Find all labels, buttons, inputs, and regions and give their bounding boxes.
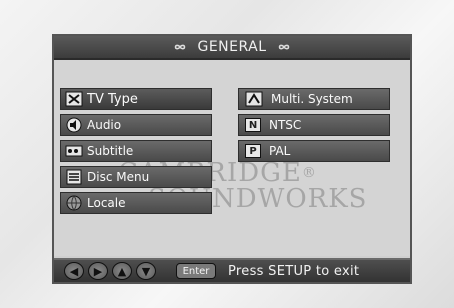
pal-badge-icon: P [245, 144, 261, 158]
menu-list-icon [65, 169, 83, 185]
option-ntsc[interactable]: N NTSC [238, 114, 390, 136]
speaker-icon [65, 117, 83, 133]
option-pal[interactable]: P PAL [238, 140, 390, 162]
menu-item-locale[interactable]: Locale [60, 192, 212, 214]
menu-item-label: Locale [87, 196, 126, 210]
multi-system-icon [245, 91, 263, 107]
footer-bar: ◀ ▶ ▲ ▼ Enter Press SETUP to exit [54, 258, 410, 282]
option-label: Multi. System [271, 92, 353, 106]
enter-button[interactable]: Enter [176, 263, 216, 279]
menu-item-label: TV Type [87, 91, 138, 107]
exit-hint: Press SETUP to exit [228, 263, 360, 279]
option-label: NTSC [269, 118, 302, 132]
film-icon [65, 143, 83, 159]
left-arrow-icon[interactable]: ◀ [64, 262, 84, 280]
menu-item-tv-type[interactable]: TV Type [60, 88, 212, 110]
menu-item-label: Audio [87, 118, 122, 132]
infinity-icon [171, 39, 189, 55]
menu-area: CAMBRIDGE® SOUNDWORKS TV Type Audio Subt… [54, 60, 410, 256]
up-arrow-icon[interactable]: ▲ [112, 262, 132, 280]
down-arrow-icon[interactable]: ▼ [136, 262, 156, 280]
tv-type-icon [65, 91, 83, 107]
osd-window: GENERAL CAMBRIDGE® SOUNDWORKS TV Type Au… [52, 34, 412, 284]
option-multi-system[interactable]: Multi. System [238, 88, 390, 110]
ntsc-badge-icon: N [245, 118, 261, 132]
menu-item-subtitle[interactable]: Subtitle [60, 140, 212, 162]
right-arrow-icon[interactable]: ▶ [88, 262, 108, 280]
menu-item-label: Subtitle [87, 144, 134, 158]
page-title: GENERAL [197, 39, 267, 55]
menu-item-label: Disc Menu [87, 170, 150, 184]
option-label: PAL [269, 144, 291, 158]
infinity-icon [275, 39, 293, 55]
menu-item-audio[interactable]: Audio [60, 114, 212, 136]
menu-item-disc-menu[interactable]: Disc Menu [60, 166, 212, 188]
title-bar: GENERAL [54, 36, 410, 60]
globe-icon [65, 195, 83, 211]
